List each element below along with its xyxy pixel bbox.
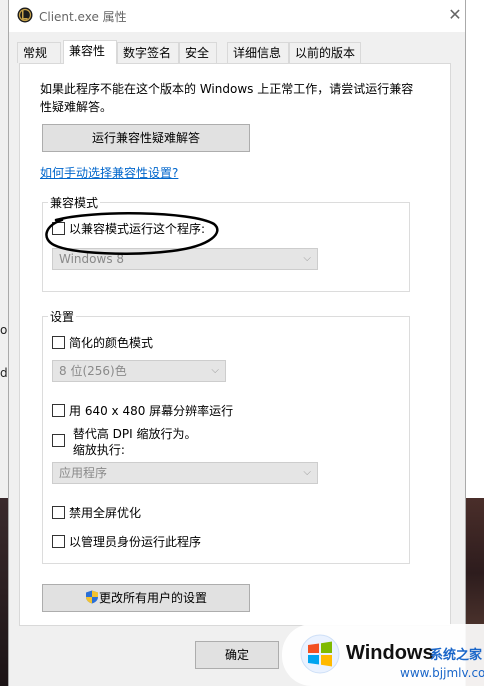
tab-general[interactable]: 常规 xyxy=(17,42,61,63)
color-mode-select[interactable]: 8 位(256)色 ⌵ xyxy=(52,360,226,382)
manual-settings-link[interactable]: 如何手动选择兼容性设置? xyxy=(40,164,178,181)
close-button[interactable]: ✕ xyxy=(445,4,465,26)
compat-mode-label: 以兼容模式运行这个程序: xyxy=(69,222,206,236)
watermark-url: www.bjjmlv.com xyxy=(400,666,484,680)
high-dpi-label: 替代高 DPI 缩放行为。 xyxy=(72,427,197,441)
intro-text: 如果此程序不能在这个版本的 Windows 上正常工作，请尝试运行兼容性疑难解答… xyxy=(40,82,414,114)
fullscreen-opt-checkbox[interactable] xyxy=(52,506,65,519)
compat-os-select[interactable]: Windows 8 ⌵ xyxy=(52,248,318,270)
tab-details[interactable]: 详细信息 xyxy=(227,42,289,63)
background-window-text: o xyxy=(0,323,8,337)
compat-mode-group-label: 兼容模式 xyxy=(48,194,101,211)
high-dpi-checkbox[interactable] xyxy=(52,434,65,447)
dpi-scaling-select[interactable]: 应用程序 ⌵ xyxy=(52,462,318,484)
change-all-users-label: 更改所有用户的设置 xyxy=(98,591,207,605)
windows-logo-icon xyxy=(300,634,340,674)
run-as-admin-checkbox[interactable] xyxy=(52,535,65,548)
high-dpi-text: 替代高 DPI 缩放行为。 缩放执行: xyxy=(73,426,197,458)
res-640-checkbox[interactable] xyxy=(52,404,65,417)
chevron-down-icon: ⌵ xyxy=(303,467,311,478)
title-bar[interactable]: Client.exe 属性 ✕ xyxy=(9,0,465,32)
res-640-label: 用 640 x 480 屏幕分辨率运行 xyxy=(69,404,234,418)
properties-dialog: Client.exe 属性 ✕ 常规 兼容性 数字签名 安全 详细信息 以前的版… xyxy=(8,0,466,686)
background-window-text: d xyxy=(0,366,8,380)
run-as-admin-row[interactable]: 以管理员身份运行此程序 xyxy=(52,533,201,550)
change-all-users-button[interactable]: 更改所有用户的设置 xyxy=(42,584,250,612)
reduced-color-checkbox[interactable] xyxy=(52,336,65,349)
watermark: Windows 系统之家 www.bjjmlv.com xyxy=(282,624,484,686)
settings-group-label: 设置 xyxy=(48,308,77,325)
res-640-row[interactable]: 用 640 x 480 屏幕分辨率运行 xyxy=(52,402,233,419)
run-as-admin-label: 以管理员身份运行此程序 xyxy=(69,535,202,549)
watermark-brand: Windows xyxy=(346,642,434,664)
ok-button[interactable]: 确定 xyxy=(195,641,279,669)
high-dpi-row[interactable]: 替代高 DPI 缩放行为。 缩放执行: xyxy=(52,426,196,458)
uac-shield-icon xyxy=(85,590,98,604)
chevron-down-icon: ⌵ xyxy=(303,253,311,264)
dpi-scaling-select-value: 应用程序 xyxy=(59,466,108,480)
watermark-chinese: 系统之家 xyxy=(430,648,483,663)
fullscreen-opt-row[interactable]: 禁用全屏优化 xyxy=(52,504,141,521)
app-icon xyxy=(17,7,33,23)
color-mode-select-value: 8 位(256)色 xyxy=(59,364,127,378)
compat-mode-checkbox[interactable] xyxy=(52,222,65,235)
close-icon: ✕ xyxy=(448,5,462,24)
tab-digital-signatures[interactable]: 数字签名 xyxy=(117,42,179,63)
fullscreen-opt-label: 禁用全屏优化 xyxy=(69,506,142,520)
desktop-wallpaper-left xyxy=(0,498,8,686)
tab-previous-versions[interactable]: 以前的版本 xyxy=(289,42,361,63)
compat-os-select-value: Windows 8 xyxy=(59,252,125,266)
reduced-color-row[interactable]: 简化的颜色模式 xyxy=(52,334,153,351)
tab-compatibility[interactable]: 兼容性 xyxy=(63,40,117,64)
compat-mode-row[interactable]: 以兼容模式运行这个程序: xyxy=(52,220,205,237)
run-troubleshooter-button[interactable]: 运行兼容性疑难解答 xyxy=(42,124,250,152)
tab-security[interactable]: 安全 xyxy=(179,42,217,63)
compatibility-panel: 如果此程序不能在这个版本的 Windows 上正常工作，请尝试运行兼容性疑难解答… xyxy=(19,63,451,626)
reduced-color-label: 简化的颜色模式 xyxy=(69,336,154,350)
chevron-down-icon: ⌵ xyxy=(211,365,219,376)
window-title: Client.exe 属性 xyxy=(39,10,127,24)
high-dpi-sublabel: 缩放执行: xyxy=(72,443,125,457)
compat-mode-group xyxy=(42,202,410,292)
